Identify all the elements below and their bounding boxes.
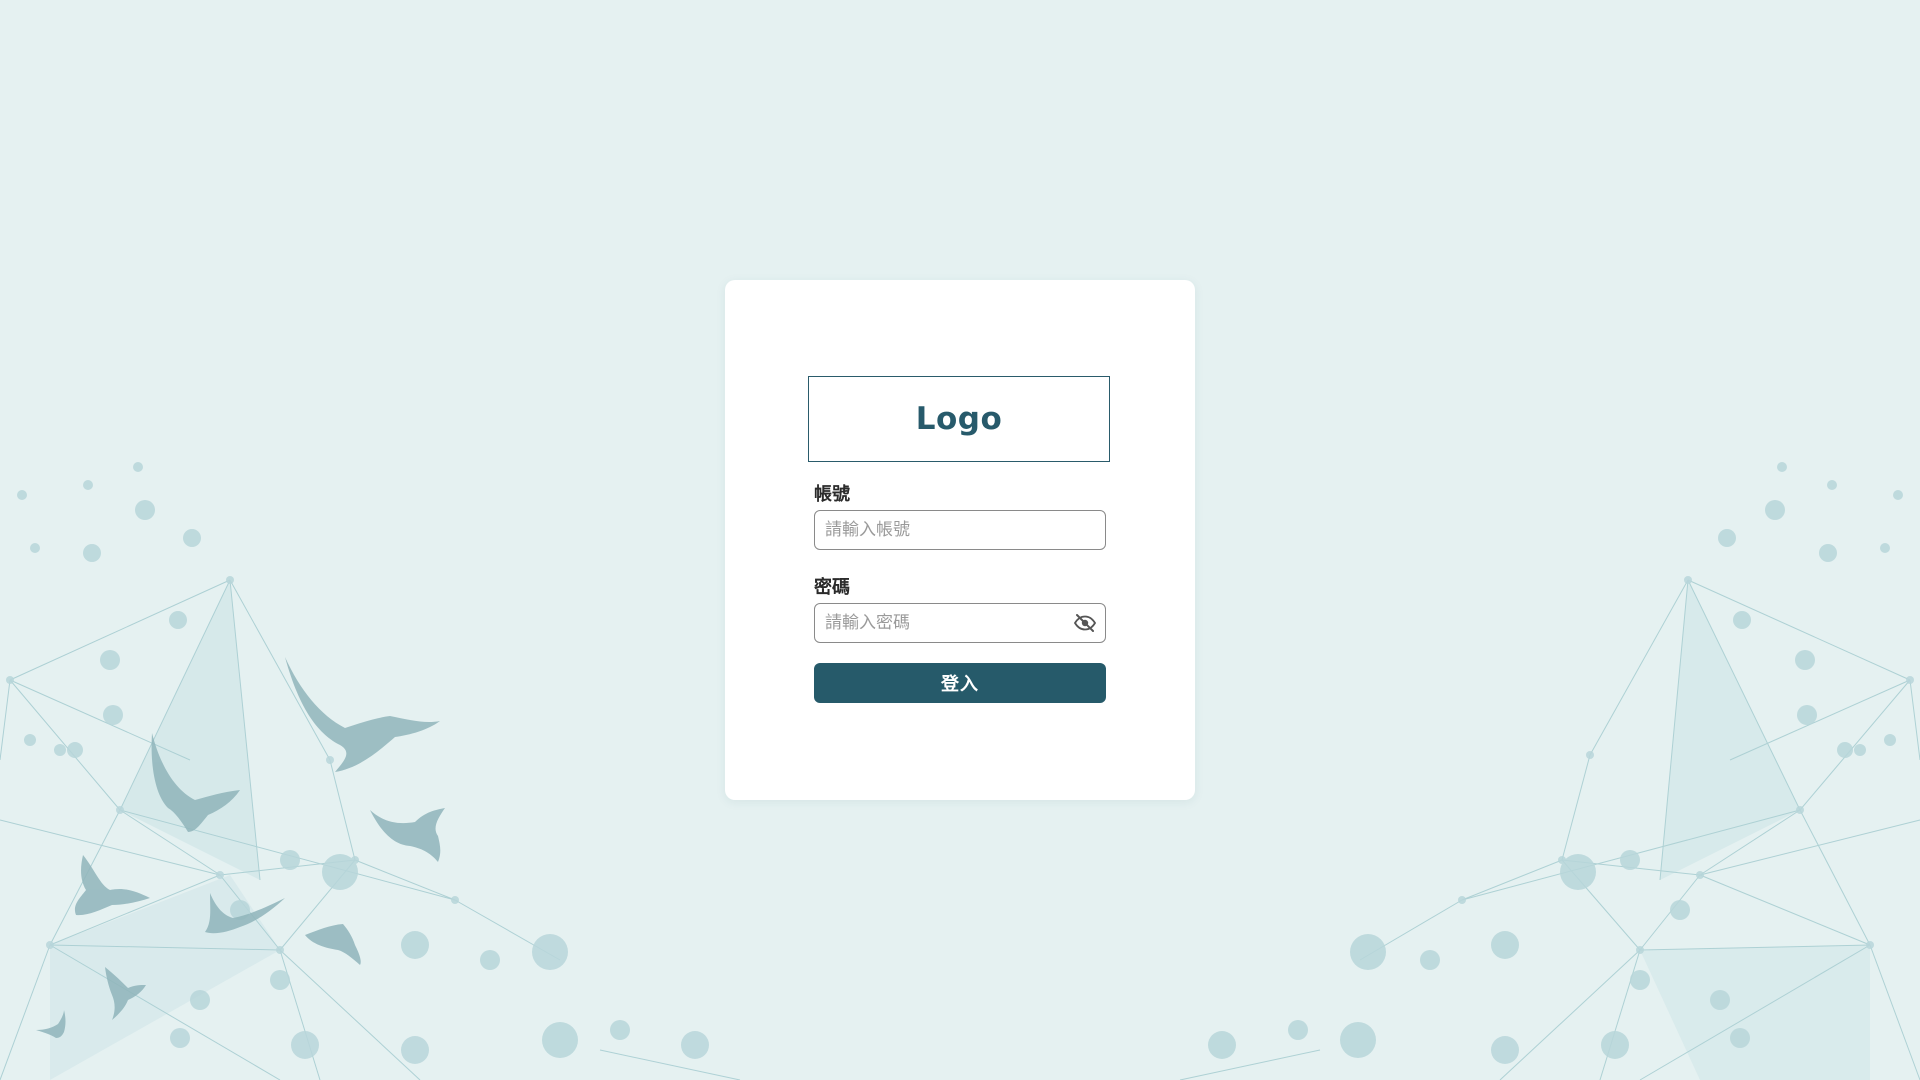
password-label: 密碼	[814, 577, 850, 598]
account-label: 帳號	[814, 484, 850, 505]
logo: Logo	[808, 376, 1110, 462]
login-button[interactable]: 登入	[814, 663, 1106, 703]
password-input[interactable]	[815, 604, 1105, 642]
eye-slash-icon[interactable]	[1073, 613, 1097, 633]
login-card: Logo 帳號 密碼 登入	[725, 280, 1195, 800]
account-field	[814, 510, 1106, 550]
account-input[interactable]	[815, 511, 1105, 549]
logo-text: Logo	[915, 401, 1003, 437]
password-field	[814, 603, 1106, 643]
